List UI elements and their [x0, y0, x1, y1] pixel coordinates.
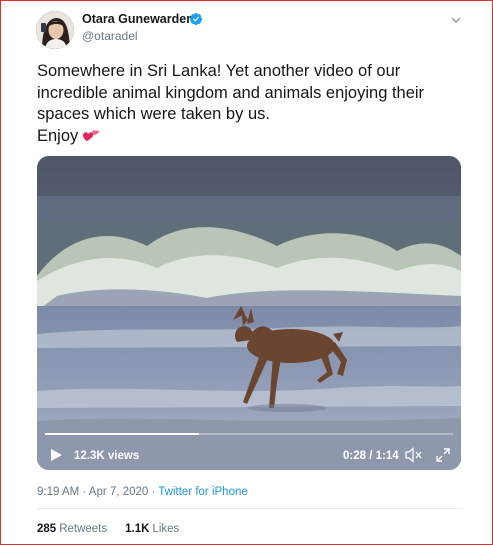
tweet-source-link[interactable]: Twitter for iPhone — [158, 486, 247, 498]
meta-separator: · — [79, 486, 89, 498]
video-frame-deer-on-beach — [37, 156, 461, 470]
tweet-time[interactable]: 9:19 AM — [37, 486, 79, 498]
tweet-card: Otara Gunewardene @otaradel Somewhere in… — [0, 0, 493, 545]
video-view-count: 12.3K views — [74, 450, 140, 462]
tweet-meta: 9:19 AM · Apr 7, 2020 · Twitter for iPho… — [37, 486, 248, 498]
retweets-stat[interactable]: 285 Retweets — [37, 523, 107, 535]
avatar-image — [36, 11, 74, 49]
two-hearts-icon — [83, 129, 100, 141]
likes-count: 1.1K — [125, 523, 150, 535]
tweet-text: Somewhere in Sri Lanka! Yet another vide… — [37, 61, 462, 147]
likes-label: Likes — [152, 523, 180, 535]
tweet-text-line-last: Enjoy — [37, 126, 462, 148]
tweet-date[interactable]: Apr 7, 2020 — [89, 486, 148, 498]
tweet-text-line: Somewhere in Sri Lanka! Yet another vide… — [37, 62, 401, 80]
play-icon[interactable] — [49, 448, 63, 462]
retweets-count: 285 — [37, 523, 57, 535]
video-progress-fill — [45, 433, 200, 435]
avatar[interactable] — [36, 11, 74, 49]
chevron-down-icon[interactable] — [450, 14, 462, 26]
likes-stat[interactable]: 1.1K Likes — [125, 523, 179, 535]
fullscreen-icon[interactable] — [435, 447, 451, 463]
video-player[interactable]: 12.3K views 0:28 / 1:14 — [37, 156, 461, 470]
meta-separator: · — [148, 486, 159, 498]
video-time: 0:28 / 1:14 — [343, 450, 399, 462]
retweets-label: Retweets — [59, 523, 108, 535]
video-progress-bar[interactable] — [45, 433, 453, 435]
mute-icon[interactable] — [405, 447, 423, 463]
tweet-text-line: spaces which were taken by us. — [37, 105, 270, 123]
tweet-text-enjoy: Enjoy — [37, 126, 79, 145]
author-handle[interactable]: @otaradel — [82, 29, 138, 43]
tweet-text-line: incredible animal kingdom and animals en… — [37, 83, 425, 102]
author-display-name[interactable]: Otara Gunewardene — [82, 12, 201, 26]
divider — [37, 508, 462, 509]
verified-badge-icon — [189, 13, 203, 26]
tweet-stats: 285 Retweets 1.1K Likes — [37, 523, 179, 535]
